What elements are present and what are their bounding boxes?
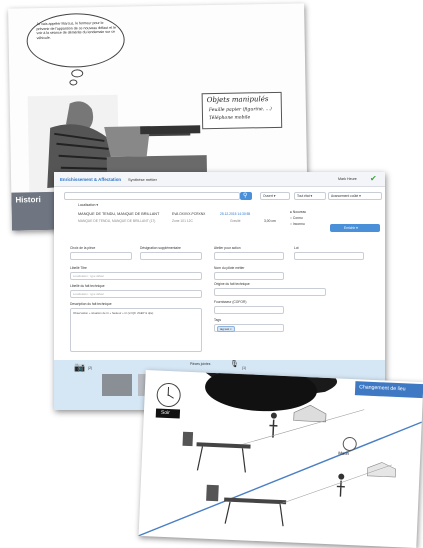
record-zone: Zone 101 12C	[172, 219, 193, 223]
record-title[interactable]: MANQUE DE TENDU, MANQUE DE BRILLANT	[78, 212, 159, 216]
audio-icon[interactable]: 🎙	[230, 360, 239, 368]
field-label: Description du fait technique	[70, 302, 112, 306]
tab-synthesis[interactable]: Synthèse métier	[128, 177, 157, 182]
tag-chip[interactable]: tag test ×	[217, 326, 235, 332]
scene-sketch	[138, 370, 423, 537]
radio-unknown[interactable]: ○ Inconnu	[290, 222, 305, 226]
enrich-button[interactable]: Enrichir ▾	[330, 224, 380, 232]
place-change-banner: Changement de lieu	[354, 381, 423, 399]
lot-input[interactable]	[294, 252, 364, 260]
app-tab-bar: Enrichissement & Affectation Synthèse mé…	[54, 172, 385, 187]
history-label: Histori	[15, 195, 41, 205]
objects-note: Objets manipulés Feuille papier (figurin…	[201, 91, 283, 130]
search-icon: ⚲	[243, 193, 248, 199]
record-code: EVA OXXVX-PCRXNX	[172, 212, 206, 216]
field-label: Fournisseur (COFOR)	[214, 300, 247, 304]
field-label: Atelier pour action	[214, 246, 241, 250]
radio-known[interactable]: ○ Connu	[290, 216, 303, 220]
field-label: Lot	[294, 246, 299, 250]
morning-label: Matin	[338, 450, 350, 456]
tab-enrichment[interactable]: Enrichissement & Affectation	[60, 177, 121, 182]
field-label: Origine du fait technique	[214, 282, 250, 286]
title-input[interactable]: Localisation : type défaut	[70, 272, 202, 280]
progress-select[interactable]: Avancement coûté ▾	[328, 192, 382, 200]
photo-count: (2)	[88, 366, 93, 370]
piece-select[interactable]	[70, 252, 132, 260]
record-severity: Gravité	[230, 219, 241, 223]
storyboard-panel-place-change: Changement de lieu Soir Matin	[138, 370, 423, 548]
radio-new[interactable]: ● Nouveau	[290, 210, 306, 214]
search-input[interactable]	[64, 192, 240, 200]
supplier-input[interactable]	[214, 306, 284, 314]
field-label: Nom du pilote métier	[214, 266, 245, 270]
description-textarea[interactable]: Observation + situation de tri + hauteur…	[70, 308, 202, 352]
record-subtitle: MANQUE DE TENDU, MANQUE DE BRILLANT (17)	[78, 219, 156, 223]
note-title: Objets manipulés	[206, 95, 269, 105]
search-button[interactable]: ⚲	[240, 192, 252, 200]
location-filter[interactable]: Localisation ▾	[78, 203, 98, 207]
tags-input[interactable]: tag test ×	[214, 324, 284, 332]
state-select[interactable]: Tout état ▾	[294, 192, 326, 200]
evening-label-box: Soir	[155, 408, 181, 419]
technical-fact-input[interactable]: Localisation : type défaut	[70, 290, 202, 298]
check-icon: ✔	[370, 174, 377, 183]
banner-text: Changement de lieu	[359, 384, 406, 393]
audio-count: (1)	[242, 366, 247, 370]
field-label: Désignation supplémentaire	[140, 246, 181, 250]
attachments-label: Pièces jointes	[190, 362, 211, 366]
user-name: Mark Heure	[338, 177, 357, 181]
field-label: Libellé Titre	[70, 266, 87, 270]
evening-label: Soir	[160, 409, 170, 417]
note-item: Téléphone mobile	[208, 115, 251, 122]
pilot-input[interactable]	[214, 272, 284, 280]
field-label: Tags	[214, 318, 221, 322]
record-size: 3,00 cm	[264, 219, 276, 223]
origin-select[interactable]	[214, 288, 326, 296]
field-label: Choix de la pièce	[70, 246, 96, 250]
designation-input[interactable]	[140, 252, 202, 260]
field-label: Libellé du fait technique	[70, 284, 105, 288]
camera-icon[interactable]: 📷	[74, 362, 85, 373]
record-date: 25.12.2015 14:30:55	[220, 212, 251, 216]
workshop-input[interactable]	[214, 252, 284, 260]
note-item: Feuille papier (figurine, ...)	[208, 107, 272, 114]
status-select[interactable]: Ouvert ▾	[260, 192, 290, 200]
photo-thumbnail[interactable]	[102, 374, 132, 396]
